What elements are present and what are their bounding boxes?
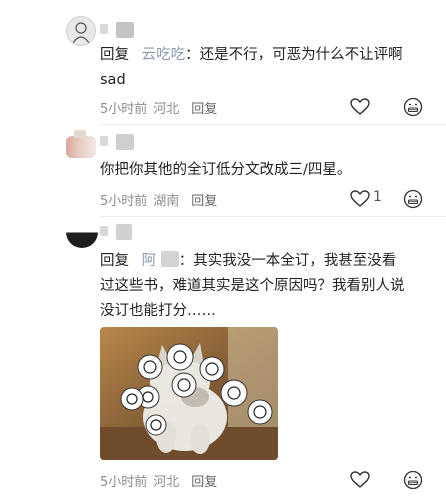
mention-username[interactable]: 云吃吃: [142, 47, 186, 63]
divider: [100, 124, 446, 125]
grimace-face-icon[interactable]: [403, 470, 423, 490]
username-redacted: [74, 130, 86, 138]
comment-body: 还是不行，可恶为什么不让评啊: [199, 47, 403, 63]
avatar[interactable]: [66, 226, 98, 248]
comment-meta: 5小时前 河北 回复: [100, 98, 223, 117]
comment-meta: 5小时前 湖南 回复: [100, 190, 223, 209]
avatar-sketch-icon: [72, 22, 90, 44]
heart-outline-icon[interactable]: [350, 98, 370, 116]
avatar[interactable]: [66, 136, 96, 158]
reply-button[interactable]: 回复: [191, 194, 217, 209]
comment-text: 回复 阿 ：其实我没一本全订，我甚至没看: [100, 249, 446, 274]
username-redacted: [160, 251, 179, 267]
grimace-face-icon[interactable]: [403, 97, 423, 117]
comment-text-line2: sad: [100, 72, 126, 88]
divider: [100, 216, 446, 217]
reply-button[interactable]: 回复: [191, 475, 217, 490]
heart-outline-icon[interactable]: [350, 471, 370, 489]
reply-prefix: 回复: [100, 47, 129, 63]
attached-image[interactable]: [100, 327, 278, 460]
location: 河北: [153, 102, 180, 117]
grimace-face-icon[interactable]: [403, 189, 423, 209]
location: 河北: [153, 475, 180, 490]
comment-body: 你把你其他的全订低分文改成三/四星。: [100, 162, 352, 178]
cat-meme-illustration: [100, 327, 278, 460]
location: 湖南: [153, 194, 180, 209]
comment-body-line2: 过这些书，难道其实是这个原因吗？我看别人说: [100, 278, 405, 294]
username-redacted: [100, 24, 108, 34]
username-redacted: [100, 136, 108, 146]
username-redacted: [116, 22, 134, 38]
username-redacted: [116, 134, 134, 150]
comment-text: 回复 云吃吃：还是不行，可恶为什么不让评啊: [100, 43, 440, 68]
reply-prefix: 回复: [100, 253, 129, 269]
username-redacted: [100, 226, 108, 236]
username-redacted: [116, 224, 132, 240]
comment-meta: 5小时前 河北 回复: [100, 471, 223, 490]
like-count: 1: [373, 189, 382, 205]
colon: ：: [178, 253, 194, 269]
timestamp: 5小时前: [100, 102, 148, 117]
comment-body-line3: 没订也能打分……: [100, 303, 216, 319]
timestamp: 5小时前: [100, 194, 148, 209]
reply-button[interactable]: 回复: [191, 102, 217, 117]
avatar[interactable]: [66, 16, 96, 46]
comment-body-line1: 其实我没一本全订，我甚至没看: [193, 253, 397, 269]
heart-outline-icon[interactable]: [350, 190, 370, 208]
mention-username[interactable]: 阿: [142, 253, 157, 269]
colon: ：: [185, 47, 200, 63]
timestamp: 5小时前: [100, 475, 148, 490]
